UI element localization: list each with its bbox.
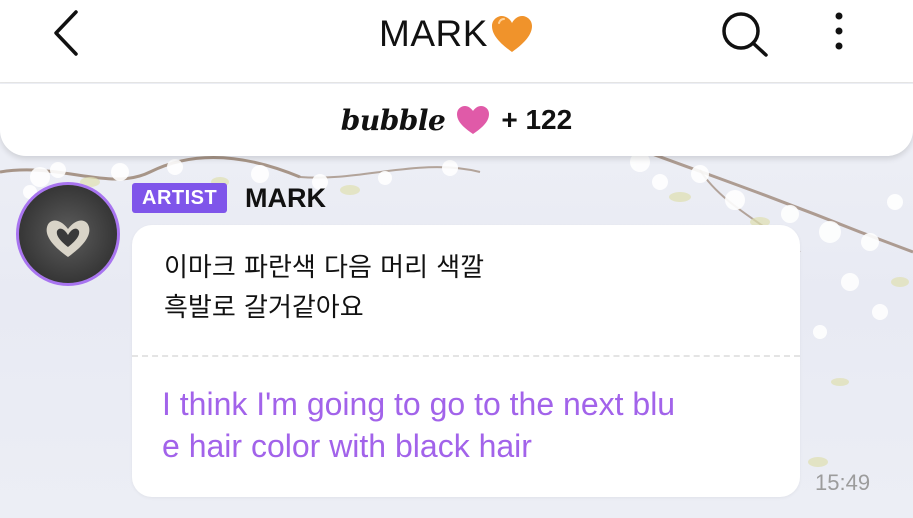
more-options-button[interactable] (828, 10, 850, 54)
translation-divider (132, 355, 800, 357)
chevron-left-icon (54, 10, 78, 56)
bubble-brand-label: bubble (340, 103, 446, 137)
message-bubble[interactable]: 이마크 파란색 다음 머리 색깔 흑발로 갈거같아요 I think I'm g… (132, 225, 800, 497)
bubble-count: + 122 (501, 104, 573, 135)
artist-badge: ARTIST (132, 183, 228, 213)
chat-title: MARK (379, 13, 488, 54)
avatar-image (19, 185, 117, 283)
orange-heart-icon (491, 16, 532, 52)
bubble-count-bar[interactable]: bubble + 122 (0, 84, 913, 156)
message-timestamp: 15:49 (815, 470, 871, 495)
pink-heart-icon (457, 106, 490, 134)
app-header: MARK (0, 0, 913, 83)
search-button[interactable] (716, 8, 774, 60)
more-vertical-icon (835, 12, 843, 50)
search-icon (722, 12, 768, 57)
sender-name: MARK (245, 183, 326, 213)
avatar[interactable] (16, 182, 120, 286)
back-button[interactable] (44, 8, 88, 58)
message-original-text: 이마크 파란색 다음 머리 색깔 흑발로 갈거같아요 (164, 253, 485, 323)
message-translation-text: I think I'm going to go to the next blu … (162, 386, 676, 464)
